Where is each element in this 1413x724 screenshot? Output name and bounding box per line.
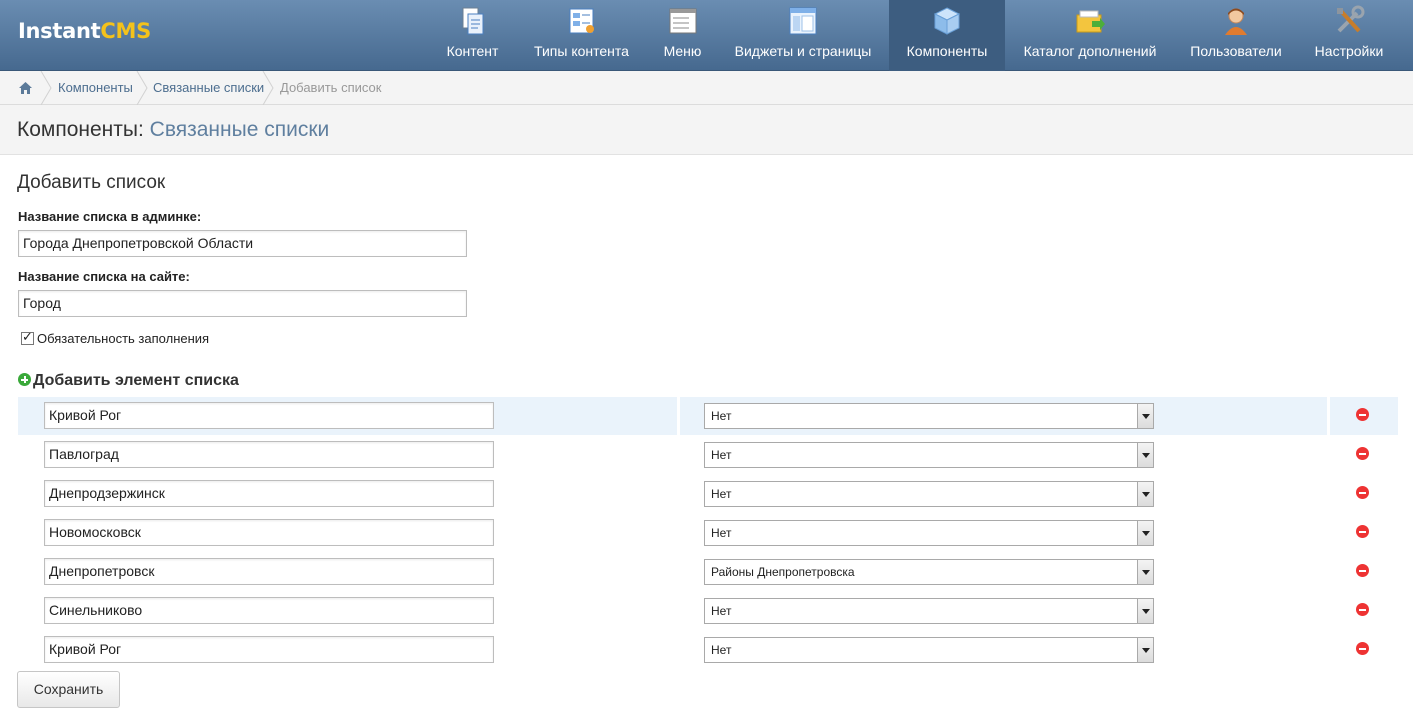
nav-label: Контент	[446, 43, 499, 59]
save-button[interactable]: Сохранить	[17, 671, 120, 708]
row-divider	[1327, 397, 1330, 435]
page-title: Компоненты: Связанные списки	[17, 118, 330, 141]
item-link-value: Нет	[711, 604, 732, 618]
page-header: Компоненты: Связанные списки	[0, 105, 1413, 155]
chevron-down-icon	[1137, 599, 1153, 623]
site-name-label: Название списка на сайте:	[18, 269, 190, 284]
nav-label: Типы контента	[534, 43, 629, 59]
item-name-input[interactable]: Кривой Рог	[44, 402, 494, 429]
home-icon[interactable]	[19, 82, 32, 94]
site-name-field[interactable]: Город	[18, 290, 467, 317]
nav-label: Настройки	[1314, 43, 1384, 59]
content-types-icon	[569, 8, 594, 34]
nav-label: Пользователи	[1190, 43, 1282, 59]
remove-icon[interactable]	[1356, 603, 1369, 616]
remove-icon[interactable]	[1356, 642, 1369, 655]
nav-label: Компоненты	[906, 43, 988, 59]
chevron-down-icon	[1137, 638, 1153, 662]
remove-icon[interactable]	[1356, 447, 1369, 460]
item-link-select[interactable]: Районы Днепропетровска	[704, 559, 1154, 585]
nav-item-menu[interactable]: Меню	[652, 0, 713, 71]
nav-item-content-types[interactable]: Типы контента	[523, 0, 640, 71]
logo[interactable]: InstantCMS	[18, 19, 151, 43]
nav-item-components[interactable]: Компоненты	[889, 0, 1005, 71]
item-name-input[interactable]: Новомосковск	[44, 519, 494, 546]
list-item-row: Кривой Рог Нет	[18, 631, 1398, 669]
list-item-row: Новомосковск Нет	[18, 514, 1398, 552]
item-link-select[interactable]: Нет	[704, 637, 1154, 663]
breadcrumb-item-linked-lists[interactable]: Связанные списки	[153, 71, 264, 105]
row-divider	[677, 397, 680, 435]
chevron-down-icon	[1137, 521, 1153, 545]
chevron-down-icon	[1137, 443, 1153, 467]
chevron-down-icon	[1137, 404, 1153, 428]
nav-item-users[interactable]: Пользователи	[1178, 0, 1294, 71]
list-item-row: Павлоград Нет	[18, 436, 1398, 474]
item-link-value: Нет	[711, 409, 732, 423]
nav-item-addons-catalog[interactable]: Каталог дополнений	[1012, 0, 1168, 71]
item-link-select[interactable]: Нет	[704, 598, 1154, 624]
addons-catalog-icon	[1076, 10, 1105, 33]
breadcrumb-item-components[interactable]: Компоненты	[58, 71, 133, 105]
remove-icon[interactable]	[1356, 408, 1369, 421]
content-icon	[462, 7, 483, 35]
remove-icon[interactable]	[1356, 525, 1369, 538]
item-name-input[interactable]: Павлоград	[44, 441, 494, 468]
chevron-down-icon	[1137, 482, 1153, 506]
item-link-value: Районы Днепропетровска	[711, 565, 855, 579]
required-checkbox[interactable]	[21, 330, 34, 345]
item-link-value: Нет	[711, 448, 732, 462]
item-link-select[interactable]: Нет	[704, 403, 1154, 429]
list-item-row: Кривой Рог Нет	[18, 397, 1398, 435]
nav-label: Каталог дополнений	[1023, 43, 1157, 59]
nav-item-widgets[interactable]: Виджеты и страницы	[724, 0, 882, 71]
breadcrumb-separator-icon	[40, 71, 52, 105]
nav-item-settings[interactable]: Настройки	[1303, 0, 1395, 71]
nav-label: Меню	[663, 43, 702, 59]
item-name-input[interactable]: Днепропетровск	[44, 558, 494, 585]
nav-item-content[interactable]: Контент	[434, 0, 511, 71]
components-icon	[933, 7, 961, 35]
chevron-down-icon	[1137, 560, 1153, 584]
item-link-select[interactable]: Нет	[704, 442, 1154, 468]
item-link-select[interactable]: Нет	[704, 520, 1154, 546]
item-link-value: Нет	[711, 487, 732, 501]
list-item-row: Синельниково Нет	[18, 592, 1398, 630]
widgets-icon	[789, 7, 817, 35]
item-name-input[interactable]: Днепродзержинск	[44, 480, 494, 507]
form-title: Добавить список	[17, 172, 166, 193]
admin-name-label: Название списка в админке:	[18, 209, 202, 224]
list-item-row: Днепродзержинск Нет	[18, 475, 1398, 513]
users-icon	[1225, 8, 1247, 35]
list-item-row: Днепропетровск Районы Днепропетровска	[18, 553, 1398, 591]
menu-icon	[669, 8, 696, 34]
breadcrumb-separator-icon	[136, 71, 148, 105]
item-name-input[interactable]: Синельниково	[44, 597, 494, 624]
admin-name-field[interactable]: Города Днепропетровской Области	[18, 230, 467, 257]
nav-label: Виджеты и страницы	[734, 43, 872, 59]
settings-icon	[1337, 5, 1365, 33]
breadcrumb-item-current: Добавить список	[280, 80, 382, 95]
breadcrumb-separator-icon	[262, 71, 274, 105]
remove-icon[interactable]	[1356, 486, 1369, 499]
add-icon[interactable]	[18, 373, 31, 386]
item-name-input[interactable]: Кривой Рог	[44, 636, 494, 663]
add-item-link[interactable]: Добавить элемент списка	[33, 372, 239, 390]
item-link-select[interactable]: Нет	[704, 481, 1154, 507]
top-bar: InstantCMS Контент Типы контента Меню Ви…	[0, 0, 1413, 71]
breadcrumb: Компоненты Связанные списки Добавить спи…	[0, 71, 1413, 105]
item-link-value: Нет	[711, 643, 732, 657]
required-label: Обязательность заполнения	[37, 331, 210, 346]
item-link-value: Нет	[711, 526, 732, 540]
remove-icon[interactable]	[1356, 564, 1369, 577]
